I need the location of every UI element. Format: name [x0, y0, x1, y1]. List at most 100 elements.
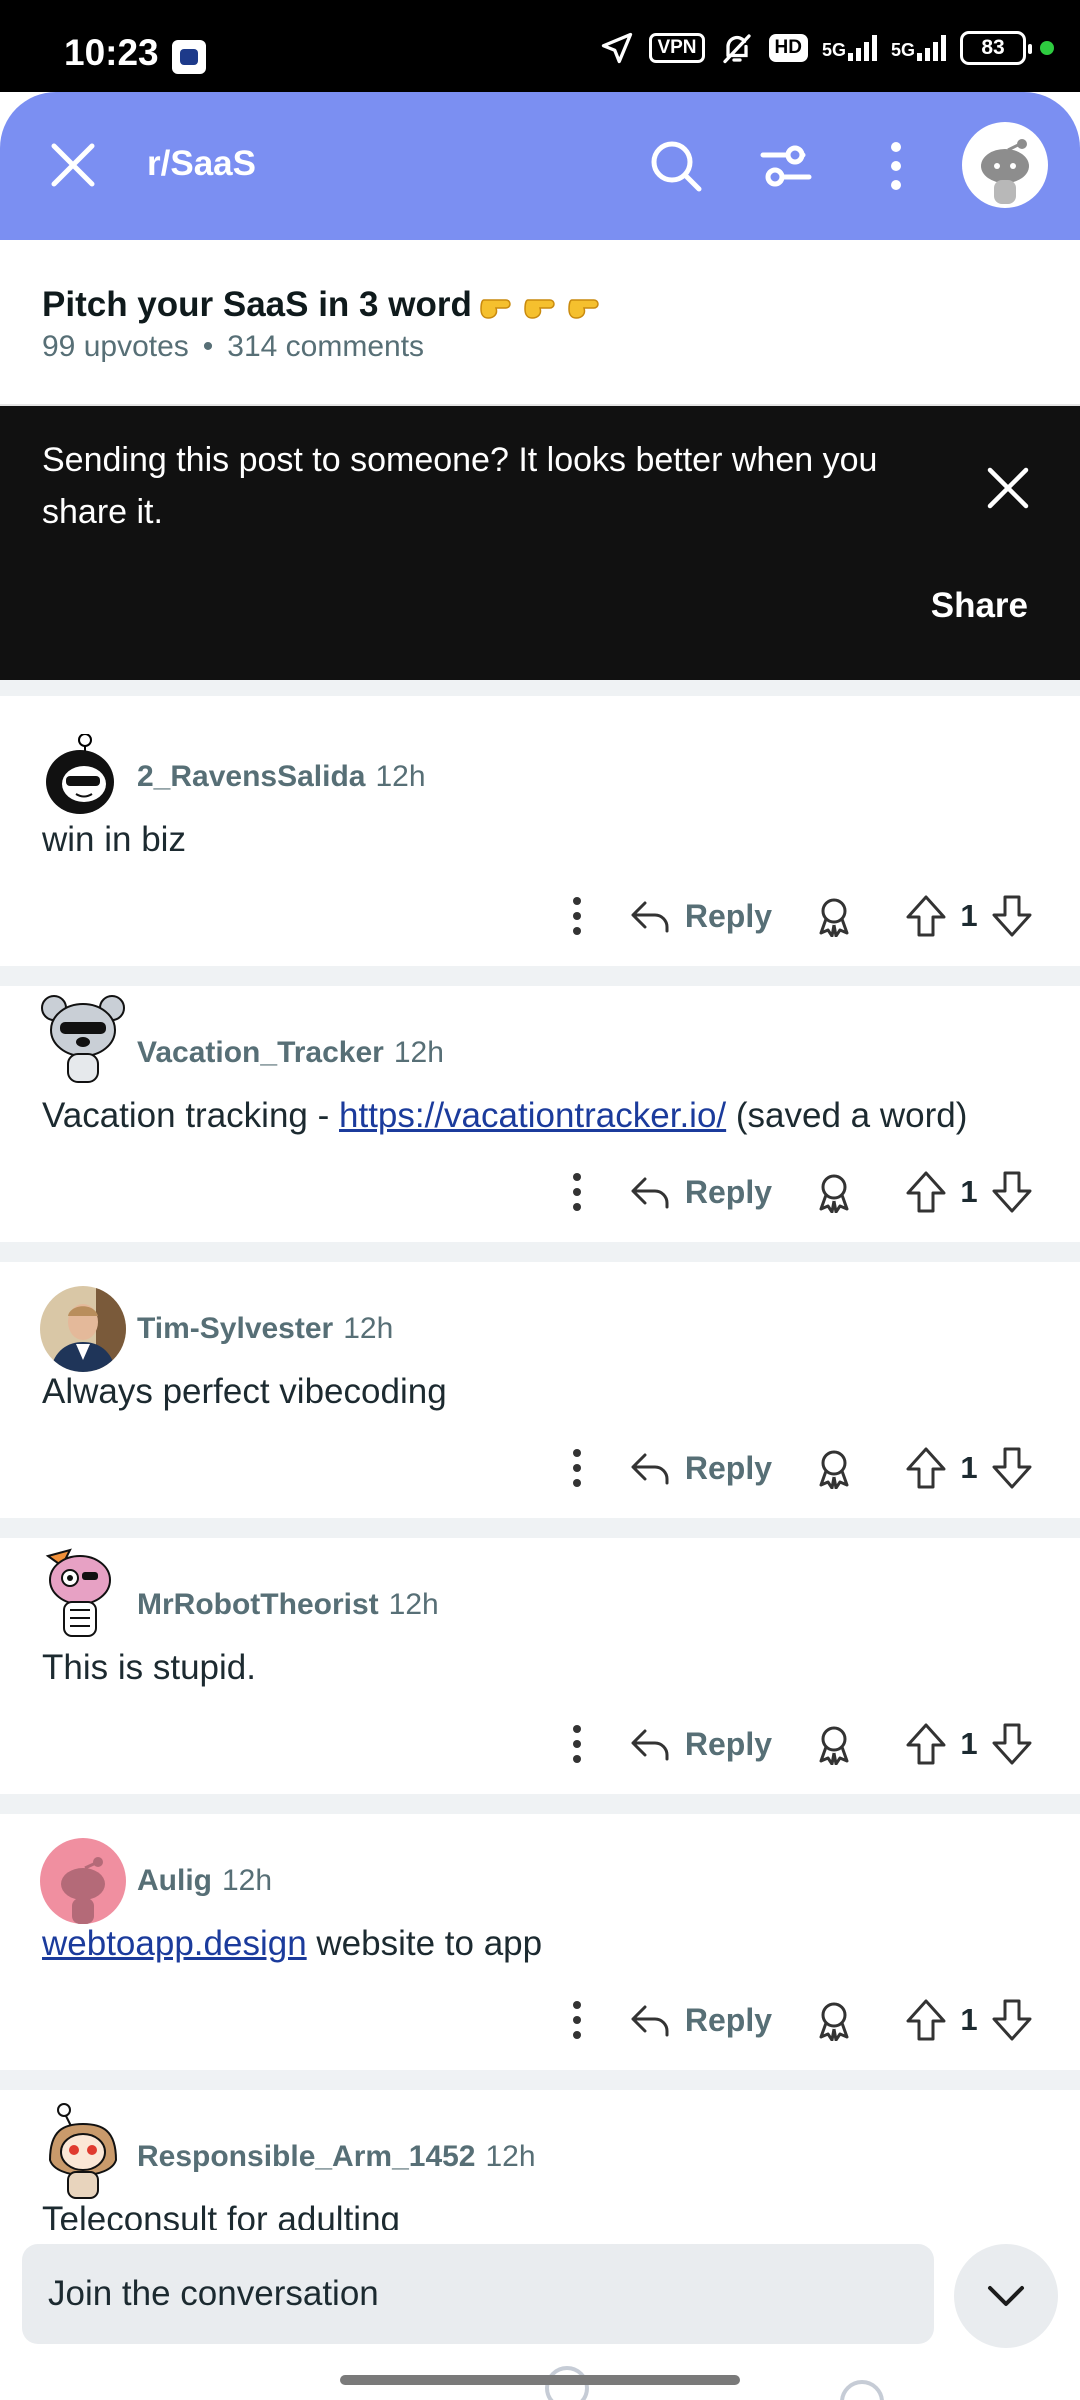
vpn-icon: VPN	[649, 33, 705, 63]
award-icon	[819, 1726, 849, 1765]
upvote-icon[interactable]	[904, 1445, 948, 1491]
more-vertical-icon	[891, 142, 901, 190]
comment: Aulig 12h webtoapp.design website to app …	[0, 1814, 1080, 2070]
reply-button[interactable]: Reply	[629, 1723, 772, 1765]
user-avatar-button[interactable]	[962, 122, 1048, 208]
reply-button[interactable]: Reply	[629, 1447, 772, 1489]
vote-controls: 1	[904, 1721, 1034, 1767]
comment-author[interactable]: Responsible_Arm_1452 12h	[137, 2140, 536, 2174]
comment-author[interactable]: Aulig 12h	[137, 1864, 272, 1898]
upvote-icon[interactable]	[904, 1169, 948, 1215]
upvote-icon[interactable]	[904, 893, 948, 939]
comment-more-button[interactable]	[547, 1164, 607, 1220]
search-button[interactable]	[640, 130, 712, 202]
award-icon	[819, 2002, 849, 2041]
privacy-indicator-dot	[1040, 41, 1054, 55]
comment: Tim-Sylvester 12h Always perfect vibecodi…	[0, 1262, 1080, 1518]
sort-button[interactable]	[750, 130, 822, 202]
comment-text: Always perfect vibecoding	[42, 1372, 447, 1411]
downvote-icon[interactable]	[990, 1169, 1034, 1215]
reply-icon	[631, 2005, 669, 2037]
comment-author[interactable]: Vacation_Tracker 12h	[137, 1036, 444, 1070]
divider	[0, 1518, 1080, 1538]
reply-label: Reply	[684, 2001, 772, 2038]
comment-author[interactable]: Tim-Sylvester 12h	[137, 1312, 393, 1346]
comment-link[interactable]: https://vacationtracker.io/	[339, 1096, 726, 1135]
comment-actions: Reply 1	[547, 1164, 1034, 1220]
comment-text: This is stupid.	[42, 1648, 256, 1687]
award-button[interactable]	[806, 888, 862, 944]
navigation-arrow-icon	[602, 32, 633, 64]
reply-button[interactable]: Reply	[629, 1171, 772, 1213]
comment-time: 12h	[375, 760, 426, 793]
comment-link[interactable]: webtoapp.design	[42, 1924, 307, 1963]
divider	[0, 680, 1080, 710]
reply-button[interactable]: Reply	[629, 895, 772, 937]
reply-button[interactable]: Reply	[629, 1999, 772, 2041]
more-vertical-icon	[572, 1173, 581, 1211]
comment-more-button[interactable]	[547, 1992, 607, 2048]
network-type-2: 5G	[890, 40, 915, 60]
vote-count: 1	[960, 898, 978, 933]
downvote-icon[interactable]	[990, 1997, 1034, 2043]
upvote-icon[interactable]	[904, 1721, 948, 1767]
collapse-comments-button[interactable]	[954, 2244, 1058, 2348]
subreddit-name[interactable]: r/SaaS	[147, 144, 256, 184]
award-icon	[819, 1174, 849, 1213]
user-avatar[interactable]	[40, 1540, 126, 1637]
reply-label: Reply	[684, 1449, 772, 1486]
comment-author[interactable]: MrRobotTheorist 12h	[137, 1588, 439, 1622]
post-title[interactable]: Pitch your SaaS in 3 word	[42, 282, 616, 331]
close-icon	[987, 467, 1029, 509]
author-name: Vacation_Tracker	[137, 1036, 384, 1069]
dismiss-banner-button[interactable]	[976, 456, 1040, 520]
comment: Vacation_Tracker 12h Vacation tracking - …	[0, 986, 1080, 1242]
comment-more-button[interactable]	[547, 1716, 607, 1772]
award-button[interactable]	[806, 1164, 862, 1220]
share-button[interactable]: Share	[931, 586, 1028, 626]
award-button[interactable]	[806, 1440, 862, 1496]
user-avatar[interactable]	[40, 1838, 126, 1924]
divider	[0, 1242, 1080, 1262]
upvote-count: 99 upvotes	[42, 330, 189, 363]
post-title-text: Pitch your SaaS in 3 word	[42, 284, 472, 324]
touch-indicator-2	[840, 2380, 884, 2400]
subreddit-header: r/SaaS	[0, 92, 1080, 240]
more-vertical-icon	[572, 1449, 581, 1487]
default-snoo-avatar-icon	[40, 1838, 126, 1924]
bell-off-icon	[722, 34, 751, 64]
user-avatar[interactable]	[40, 2100, 126, 2199]
user-avatar[interactable]	[40, 1286, 126, 1372]
comment-author[interactable]: 2_RavensSalida 12h	[137, 760, 426, 794]
reply-icon	[631, 1453, 669, 1485]
comment-text: Vacation tracking -	[42, 1096, 339, 1135]
post-meta: 99 upvotes • 314 comments	[42, 330, 424, 364]
award-button[interactable]	[806, 1992, 862, 2048]
comment-actions: Reply 1	[547, 1716, 1034, 1772]
app-notification-icon	[172, 40, 206, 74]
join-conversation-input[interactable]: Join the conversation	[22, 2244, 934, 2344]
comment-time: 12h	[485, 2140, 536, 2173]
downvote-icon[interactable]	[990, 1721, 1034, 1767]
reply-icon	[631, 901, 669, 933]
close-button[interactable]	[40, 132, 106, 198]
comment-more-button[interactable]	[547, 888, 607, 944]
comment-actions: Reply 1	[547, 1992, 1034, 2048]
reply-label: Reply	[684, 1173, 772, 1210]
more-options-button[interactable]	[860, 130, 932, 202]
downvote-icon[interactable]	[990, 1445, 1034, 1491]
comment-text: win in biz	[42, 820, 186, 859]
reply-label: Reply	[684, 1725, 772, 1762]
divider	[0, 2070, 1080, 2090]
home-indicator[interactable]	[340, 2375, 740, 2385]
user-avatar[interactable]	[40, 986, 126, 1083]
downvote-icon[interactable]	[990, 893, 1034, 939]
award-button[interactable]	[806, 1716, 862, 1772]
bottom-composer-bar: Join the conversation	[0, 2230, 1080, 2400]
divider	[0, 1794, 1080, 1814]
comment-more-button[interactable]	[547, 1440, 607, 1496]
comment-time: 12h	[343, 1312, 394, 1345]
vote-controls: 1	[904, 1445, 1034, 1491]
user-avatar[interactable]	[40, 733, 126, 820]
upvote-icon[interactable]	[904, 1997, 948, 2043]
